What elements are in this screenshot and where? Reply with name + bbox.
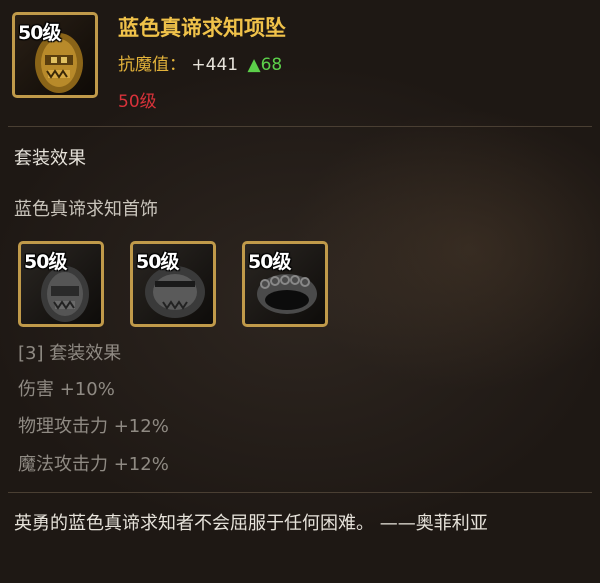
- stat-row: 抗魔值： +441 ▲68: [118, 50, 282, 75]
- required-level: 50级: [118, 92, 157, 112]
- item-level-badge: 50级: [18, 22, 61, 44]
- set-piece-level-badge: 50级: [24, 251, 67, 273]
- item-tooltip: 50级 蓝色真谛求知项坠 抗魔值： +441 ▲68 50级 套装效果 蓝色真谛…: [0, 0, 600, 583]
- divider: [8, 492, 592, 493]
- stat-label: 抗魔值：: [118, 55, 186, 75]
- flavor-text: 英勇的蓝色真谛求知者不会屈服于任何困难。 ——奥菲利亚: [14, 513, 488, 534]
- bracelet-grey-icon[interactable]: 50级: [130, 241, 216, 327]
- item-name: 蓝色真谛求知项坠: [118, 16, 286, 40]
- pendant-grey-icon[interactable]: 50级: [18, 241, 104, 327]
- set-bonus-physical-attack: 物理攻击力 +12%: [18, 416, 169, 437]
- set-bonus-magic-attack: 魔法攻击力 +12%: [18, 454, 169, 475]
- necklace-pendant-icon[interactable]: 50级: [12, 12, 98, 98]
- item-header: 50级 蓝色真谛求知项坠 抗魔值： +441 ▲68 50级: [0, 0, 600, 126]
- stat-increase: ▲68: [247, 55, 283, 75]
- stat-value: +441: [191, 55, 239, 75]
- set-name: 蓝色真谛求知首饰: [14, 199, 158, 220]
- ring-grey-icon[interactable]: 50级: [242, 241, 328, 327]
- divider: [8, 126, 592, 127]
- set-bonus-damage: 伤害 +10%: [18, 379, 115, 400]
- set-bonus-header: [3] 套装效果: [18, 343, 122, 364]
- set-section-title: 套装效果: [14, 148, 86, 169]
- set-piece-level-badge: 50级: [248, 251, 291, 273]
- set-piece-level-badge: 50级: [136, 251, 179, 273]
